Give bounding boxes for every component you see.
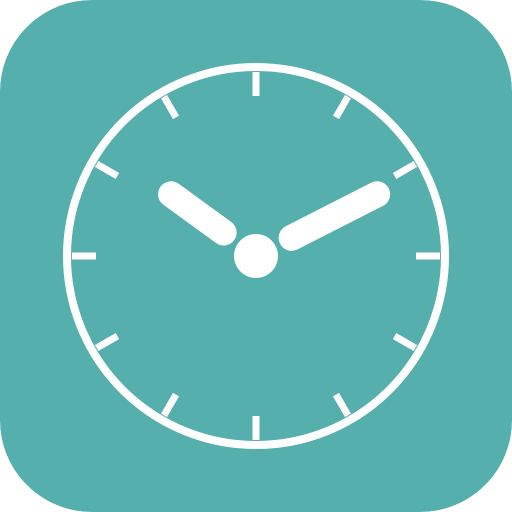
clock-tick-mark: [94, 160, 120, 180]
clock-tick-mark: [392, 160, 418, 180]
clock-tick-mark: [332, 94, 352, 120]
clock-tick-mark: [94, 332, 120, 352]
clock-tick-mark: [392, 332, 418, 352]
clock-app-icon[interactable]: [0, 0, 512, 512]
clock-tick-mark: [332, 392, 352, 418]
clock-icon: [63, 63, 449, 449]
clock-center-hub: [234, 234, 278, 278]
clock-tick-mark: [160, 392, 180, 418]
minute-hand: [278, 181, 391, 251]
hour-hand: [158, 181, 237, 246]
clock-tick-mark: [160, 94, 180, 120]
